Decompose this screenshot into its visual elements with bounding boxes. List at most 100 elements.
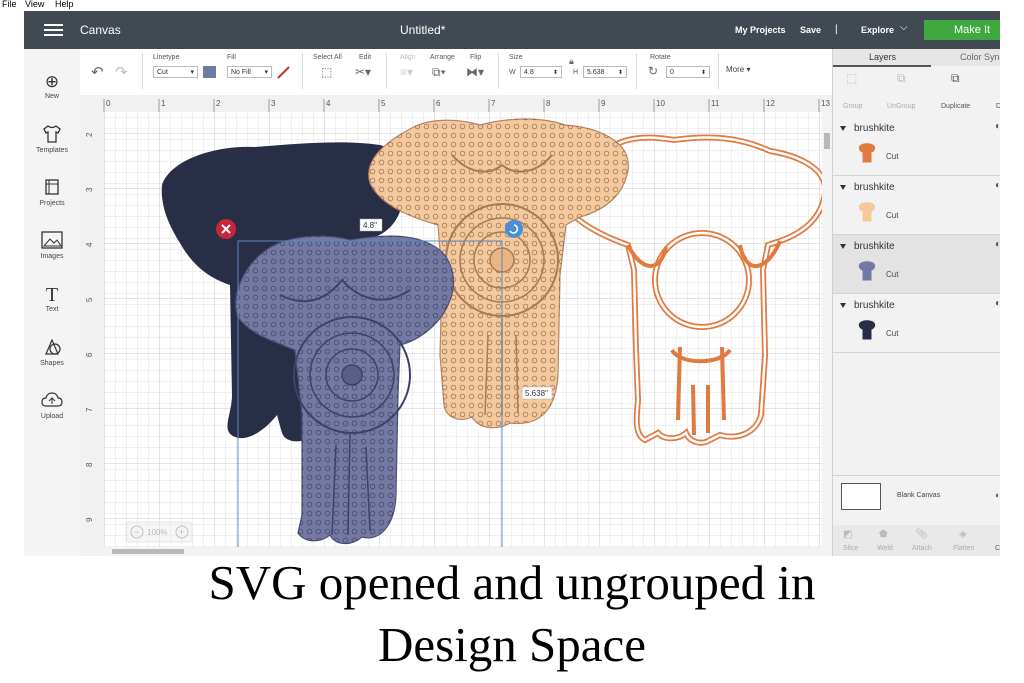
rotate-input[interactable]: 0 ⬍ (666, 66, 710, 78)
left-ruler-tick-label: 5 (85, 297, 94, 302)
no-fill-icon[interactable] (277, 66, 290, 79)
left-ruler-tick-label: 7 (85, 407, 94, 412)
menu-view[interactable]: View (25, 0, 44, 9)
group-icon[interactable]: ⬚ (846, 71, 857, 85)
visibility-icon[interactable]: ◐ (995, 239, 1000, 250)
ungroup-button[interactable]: UnGroup (887, 103, 915, 110)
blank-canvas-visibility-icon[interactable]: ◐ (995, 490, 1000, 500)
duplicate-icon[interactable]: ⧉ (951, 71, 960, 86)
vertical-scroll-thumb[interactable] (824, 133, 830, 149)
nav-upload[interactable]: Upload (24, 391, 80, 420)
weld-button[interactable]: Weld (877, 545, 893, 552)
flip-label: Flip (470, 54, 482, 61)
my-projects-button[interactable]: My Projects (735, 25, 786, 35)
tab-layers[interactable]: Layers (869, 52, 896, 62)
layer-thumbnail-elephant-icon (858, 320, 876, 340)
nav-text[interactable]: T Text (24, 284, 80, 313)
layer-operation: Cut (886, 211, 899, 220)
collapse-triangle-icon[interactable] (840, 303, 846, 308)
flatten-button[interactable]: Flatten (953, 545, 974, 552)
menu-file[interactable]: File (2, 0, 17, 9)
lock-icon[interactable]: 🔒︎ (569, 56, 574, 67)
nav-templates[interactable]: Templates (24, 125, 80, 154)
group-button[interactable]: Group (843, 103, 862, 110)
zoom-in-icon[interactable]: + (179, 527, 184, 537)
layer-group-name: brushkite (854, 182, 895, 193)
machine-select[interactable]: Explore (861, 25, 894, 35)
contour-button[interactable]: C (995, 545, 1000, 552)
blank-canvas-row[interactable]: Blank Canvas ◐ (833, 475, 1000, 526)
zoom-level: 100% (147, 528, 167, 537)
rotate-label: Rotate (650, 54, 671, 61)
arrange-icon[interactable]: ⧉▾ (432, 65, 446, 80)
layer-row[interactable]: brushkite ◐ Cut (833, 235, 1000, 294)
vertical-scrollbar[interactable] (822, 112, 832, 547)
delete-button[interactable]: D (996, 103, 1000, 110)
save-button[interactable]: Save (800, 25, 821, 35)
duplicate-button[interactable]: Duplicate (941, 103, 970, 110)
select-all-icon[interactable]: ⬚ (321, 65, 332, 79)
nav-shapes-label: Shapes (40, 360, 64, 367)
attach-icon: 📎︎ (915, 529, 928, 540)
canvas-svg[interactable]: 012345678910111213 23456789 (80, 95, 832, 556)
nav-new[interactable]: ⊕ New (24, 71, 80, 100)
top-ruler-tick-label: 4 (326, 99, 331, 108)
visibility-icon[interactable]: ◐ (995, 180, 1000, 191)
size-label: Size (509, 54, 523, 61)
layer-group-name: brushkite (854, 300, 895, 311)
hamburger-menu-icon[interactable] (44, 24, 63, 26)
layer-row[interactable]: brushkite ◐ Cut (833, 117, 1000, 176)
design-space-window: Canvas Untitled* My Projects Save | Expl… (24, 11, 1000, 556)
align-label: Align (400, 54, 416, 61)
height-input[interactable]: 5.638 ⬍ (583, 66, 627, 78)
top-ruler-tick-label: 5 (381, 99, 386, 108)
zoom-out-icon[interactable]: − (134, 527, 139, 537)
tab-color-sync[interactable]: Color Sync (960, 52, 1000, 62)
align-icon[interactable]: ≡▾ (400, 65, 413, 79)
nav-projects[interactable]: Projects (24, 178, 80, 207)
left-ruler-tick-label: 4 (85, 242, 94, 247)
flip-icon[interactable]: ⧓▾ (466, 65, 484, 79)
linetype-color-swatch[interactable] (203, 66, 216, 78)
rotate-icon[interactable]: ↻ (648, 64, 658, 78)
fill-select[interactable]: No Fill ▾ (227, 66, 272, 78)
menu-help[interactable]: Help (55, 0, 74, 9)
linetype-select[interactable]: Cut ▾ (153, 66, 198, 78)
collapse-triangle-icon[interactable] (840, 185, 846, 190)
blank-canvas-swatch[interactable] (841, 483, 881, 510)
make-it-button[interactable]: Make It (924, 20, 1000, 40)
ungroup-icon[interactable]: ⧉ (897, 71, 906, 86)
width-input[interactable]: 4.8 ⬍ (520, 66, 562, 78)
chevron-down-icon[interactable]: ⌵ (900, 22, 908, 33)
layer-operation: Cut (886, 152, 899, 161)
layer-row[interactable]: brushkite ◐ Cut (833, 176, 1000, 235)
undo-icon[interactable]: ↶ (91, 63, 104, 81)
rotate-handle-icon[interactable] (505, 220, 523, 238)
design-canvas[interactable]: 012345678910111213 23456789 (80, 95, 832, 556)
redo-icon[interactable]: ↷ (115, 63, 128, 81)
top-ruler-tick-label: 10 (656, 99, 665, 108)
nav-shapes[interactable]: Shapes (24, 338, 80, 367)
visibility-icon[interactable]: ◐ (995, 121, 1000, 132)
layer-operation: Cut (886, 270, 899, 279)
collapse-triangle-icon[interactable] (840, 126, 846, 131)
top-ruler-tick-label: 1 (161, 99, 166, 108)
zoom-control[interactable]: − 100% + (125, 521, 193, 543)
linetype-value: Cut (157, 69, 168, 76)
projects-icon (24, 178, 80, 200)
more-button[interactable]: More ▾ (726, 65, 750, 74)
visibility-icon[interactable]: ◐ (995, 298, 1000, 309)
delete-handle-icon[interactable] (216, 219, 236, 239)
collapse-triangle-icon[interactable] (840, 244, 846, 249)
edit-scissors-icon[interactable]: ✂▾ (355, 65, 371, 79)
nav-images[interactable]: Images (24, 231, 80, 260)
os-menu-bar: File View Help (0, 0, 1024, 11)
attach-button[interactable]: Attach (912, 545, 932, 552)
top-ruler-tick-label: 0 (106, 99, 111, 108)
nav-text-label: Text (45, 306, 59, 313)
layers-panel: Layers Color Sync ⬚ Group ⧉ UnGroup ⧉ Du… (832, 49, 1000, 556)
slice-button[interactable]: Slice (843, 545, 858, 552)
caption-line-1: SVG opened and ungrouped in (208, 555, 816, 610)
top-bar: Canvas Untitled* My Projects Save | Expl… (24, 11, 1000, 49)
layer-row[interactable]: brushkite ◐ Cut (833, 294, 1000, 353)
